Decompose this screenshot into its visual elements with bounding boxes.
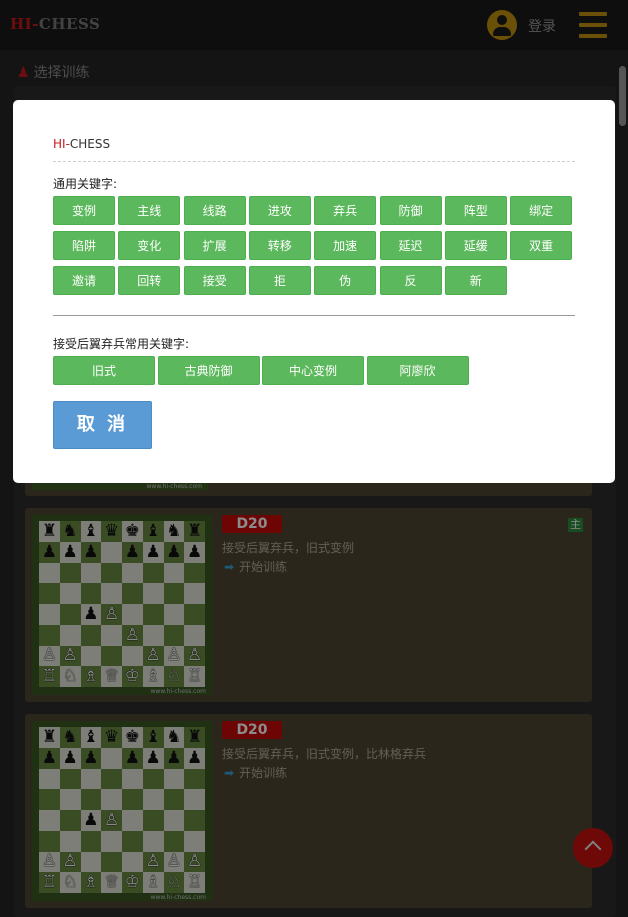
keyword-button[interactable]: 延迟 (379, 231, 442, 260)
keyword-button[interactable]: 回转 (118, 266, 181, 295)
modal-title-hi: HI- (53, 137, 70, 151)
keyword-button[interactable]: 陷阱 (53, 231, 115, 260)
keyword-button[interactable]: 线路 (183, 196, 246, 225)
dashed-divider (53, 161, 575, 162)
specific-keywords-label: 接受后翼弃兵常用关键字: (53, 337, 190, 351)
keyword-button[interactable]: 伪 (314, 266, 377, 295)
keyword-button[interactable]: 双重 (510, 231, 573, 260)
keyword-button[interactable]: 中心变例 (262, 356, 364, 385)
keyword-button[interactable]: 邀请 (53, 266, 115, 295)
modal-title: HI-CHESS (53, 137, 110, 151)
keyword-button[interactable]: 变化 (118, 231, 181, 260)
keyword-filter-modal: HI-CHESS 通用关键字: 变例 主线 线路 进攻 弃兵 防御 阵型 绑定陷阱 变化 扩展 转移… (13, 100, 615, 483)
keyword-button[interactable]: 新 (444, 266, 507, 295)
keyword-button[interactable]: 绑定 (510, 196, 573, 225)
keyword-button[interactable]: 主线 (118, 196, 181, 225)
keyword-button[interactable]: 接受 (183, 266, 246, 295)
keyword-button[interactable]: 扩展 (183, 231, 246, 260)
general-keywords-label: 通用关键字: (53, 177, 118, 191)
keyword-button[interactable]: 反 (379, 266, 442, 295)
cancel-button[interactable]: 取 消 (53, 401, 152, 449)
section-divider (53, 315, 575, 316)
keyword-button[interactable]: 旧式 (53, 356, 155, 385)
keyword-button[interactable]: 变例 (53, 196, 115, 225)
keyword-button[interactable]: 转移 (248, 231, 311, 260)
keyword-button[interactable]: 拒 (248, 266, 311, 295)
keyword-button[interactable]: 防御 (379, 196, 442, 225)
keyword-button[interactable]: 弃兵 (314, 196, 377, 225)
keyword-button[interactable]: 延缓 (444, 231, 507, 260)
keyword-button[interactable]: 进攻 (248, 196, 311, 225)
keyword-button[interactable]: 阿廖欣 (366, 356, 469, 385)
keyword-button[interactable]: 阵型 (444, 196, 507, 225)
keyword-button[interactable]: 加速 (314, 231, 377, 260)
keyword-button[interactable]: 古典防御 (157, 356, 260, 385)
modal-title-chess: CHESS (69, 137, 111, 151)
